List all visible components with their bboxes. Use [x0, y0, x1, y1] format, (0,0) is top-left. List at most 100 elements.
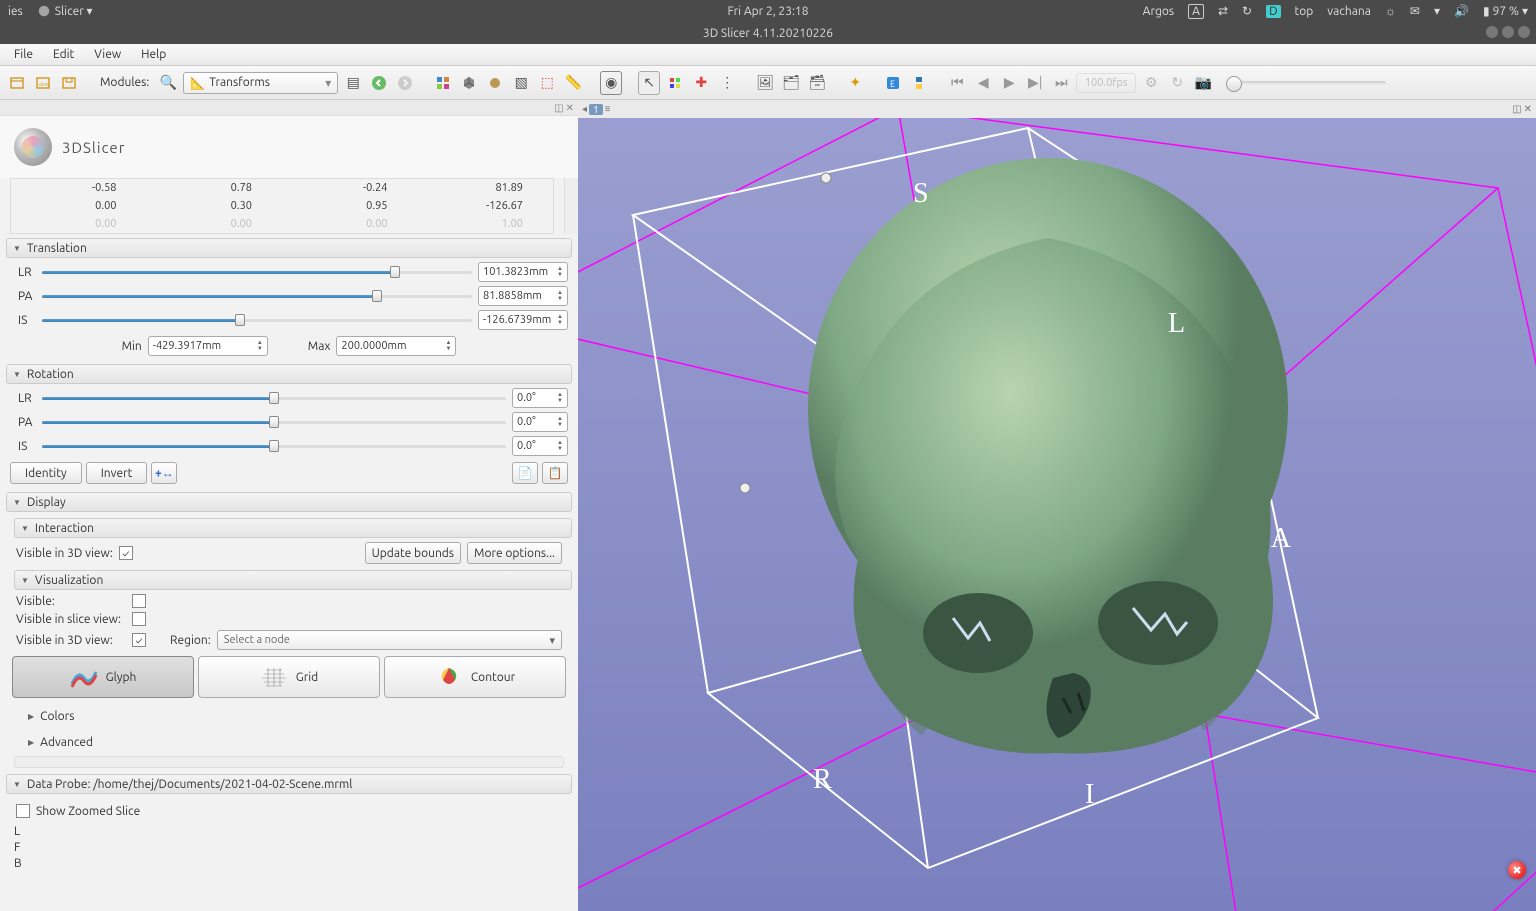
display-header[interactable]: ▼Display: [6, 492, 572, 512]
play-last-icon[interactable]: ⏭: [1050, 71, 1072, 95]
translation-header[interactable]: ▼Translation: [6, 238, 572, 258]
visible-3d-viz-checkbox[interactable]: [132, 633, 146, 647]
menu-view[interactable]: View: [88, 46, 127, 63]
copy-button[interactable]: 📄: [512, 462, 538, 484]
play-icon[interactable]: ▶: [998, 71, 1020, 95]
toolbar-slider[interactable]: [1226, 81, 1386, 85]
rotation-pa-slider[interactable]: [42, 414, 506, 430]
activities-label[interactable]: ies: [8, 5, 23, 18]
save-button[interactable]: [58, 71, 80, 95]
contour-button[interactable]: Contour: [384, 656, 566, 698]
extensions-icon[interactable]: E: [882, 71, 904, 95]
volume-icon[interactable]: 🔊: [1454, 4, 1469, 18]
play-prev-icon[interactable]: ◀: [972, 71, 994, 95]
indicator-refresh-icon[interactable]: ↻: [1242, 4, 1252, 18]
view-maximize-icon[interactable]: ◫: [1512, 103, 1521, 115]
invert-button[interactable]: Invert: [86, 462, 148, 484]
clock[interactable]: Fri Apr 2, 23:18: [728, 5, 809, 18]
app-menu[interactable]: Slicer ▾: [37, 4, 93, 18]
translation-pa-slider[interactable]: [42, 288, 472, 304]
advanced-header[interactable]: ▶Advanced: [22, 732, 572, 752]
play-next-icon[interactable]: ▶|: [1024, 71, 1046, 95]
visible-checkbox[interactable]: [132, 594, 146, 608]
glyph-button[interactable]: Glyph: [12, 656, 194, 698]
window-level-icon[interactable]: [664, 71, 686, 95]
translation-max-input[interactable]: 200.0000mm▲▼: [336, 336, 456, 356]
nav-back[interactable]: [368, 71, 390, 95]
record-icon[interactable]: ⚙: [1140, 71, 1162, 95]
module-menu-icon[interactable]: ▤: [342, 71, 364, 95]
capture-icon[interactable]: ◉: [600, 71, 622, 95]
view-close-icon[interactable]: ✕: [1524, 103, 1532, 115]
module-combo[interactable]: 📐Transforms▾: [183, 72, 338, 94]
update-bounds-button[interactable]: Update bounds: [365, 542, 461, 564]
view-pin-icon[interactable]: ◂: [582, 103, 587, 115]
rotation-is-input[interactable]: 0.0°▲▼: [512, 436, 568, 456]
indicator-vachana[interactable]: vachana: [1327, 5, 1371, 18]
zoom-checkbox[interactable]: [16, 804, 30, 818]
data-button[interactable]: [6, 71, 28, 95]
cursor-icon[interactable]: ↖: [638, 71, 660, 95]
brightness-icon[interactable]: ☼: [1385, 4, 1396, 18]
menu-file[interactable]: File: [8, 46, 39, 63]
visible-3d-checkbox[interactable]: [119, 546, 133, 560]
translation-lr-input[interactable]: 101.3823mm▲▼: [478, 262, 568, 282]
interaction-header[interactable]: ▼Interaction: [14, 518, 572, 538]
markups-icon[interactable]: ✦: [844, 71, 866, 95]
error-status-icon[interactable]: ✖: [1508, 861, 1526, 879]
more-arrow-icon[interactable]: ⋮: [716, 71, 738, 95]
view-menu-icon[interactable]: ≡: [605, 103, 611, 115]
sphere-icon[interactable]: [484, 71, 506, 95]
indicator-a-icon[interactable]: A: [1188, 4, 1204, 19]
menu-help[interactable]: Help: [135, 46, 172, 63]
indicator-d-icon[interactable]: D: [1266, 5, 1280, 18]
rotation-pa-input[interactable]: 0.0°▲▼: [512, 412, 568, 432]
undock-icon[interactable]: ◫: [554, 102, 563, 114]
3d-viewport[interactable]: S L A R I: [578, 118, 1536, 911]
close-panel-icon[interactable]: ✕: [566, 102, 574, 114]
layout-icon[interactable]: [432, 71, 454, 95]
translation-pa-input[interactable]: 81.8858mm▲▼: [478, 286, 568, 306]
swap-button[interactable]: +↔: [151, 462, 177, 484]
indicator-sync-icon[interactable]: ⇄: [1218, 4, 1228, 18]
panel-scrollbar[interactable]: [14, 756, 564, 768]
crosshair-icon[interactable]: ✚: [690, 71, 712, 95]
translation-is-input[interactable]: -126.6739mm▲▼: [478, 310, 568, 330]
mail-icon[interactable]: ✉: [1410, 4, 1420, 18]
rotation-lr-input[interactable]: 0.0°▲▼: [512, 388, 568, 408]
rotation-header[interactable]: ▼Rotation: [6, 364, 572, 384]
play-first-icon[interactable]: ⏮: [946, 71, 968, 95]
battery-indicator[interactable]: ▮97 % ▾: [1483, 4, 1528, 18]
window-minimize[interactable]: [1486, 26, 1498, 38]
nav-forward[interactable]: [394, 71, 416, 95]
rotation-is-slider[interactable]: [42, 438, 506, 454]
matrix-scrollbar[interactable]: [564, 178, 578, 234]
more-options-button[interactable]: More options...: [467, 542, 562, 564]
window-maximize[interactable]: [1502, 26, 1514, 38]
network-icon[interactable]: ▾: [1434, 4, 1440, 18]
rotation-lr-slider[interactable]: [42, 390, 506, 406]
scene-view-icon[interactable]: 🗂: [780, 71, 802, 95]
cube-icon[interactable]: [458, 71, 480, 95]
indicator-top[interactable]: top: [1295, 5, 1314, 18]
grid-button[interactable]: Grid: [198, 656, 380, 698]
translation-lr-slider[interactable]: [42, 264, 472, 280]
camera-icon[interactable]: 📷: [1192, 71, 1214, 95]
paste-button[interactable]: 📋: [542, 462, 568, 484]
ruler-icon[interactable]: 📏: [562, 71, 584, 95]
module-search-icon[interactable]: 🔍: [157, 71, 179, 95]
region-combo[interactable]: Select a node▾: [217, 630, 562, 650]
visible-slice-checkbox[interactable]: [132, 612, 146, 626]
translation-min-input[interactable]: -429.3917mm▲▼: [148, 336, 268, 356]
loop-icon[interactable]: ↻: [1166, 71, 1188, 95]
colors-header[interactable]: ▶Colors: [22, 706, 572, 726]
models-icon[interactable]: ▧: [510, 71, 532, 95]
dataprobe-header[interactable]: ▼Data Probe: /home/thej/Documents/2021-0…: [6, 774, 572, 794]
indicator-argos[interactable]: Argos: [1143, 5, 1174, 18]
segment-icon[interactable]: ⬚: [536, 71, 558, 95]
scene-views-icon[interactable]: 🗃: [806, 71, 828, 95]
window-close[interactable]: [1518, 26, 1530, 38]
dcm-button[interactable]: dcm: [32, 71, 54, 95]
visualization-header[interactable]: ▼Visualization: [14, 570, 572, 590]
menu-edit[interactable]: Edit: [47, 46, 80, 63]
